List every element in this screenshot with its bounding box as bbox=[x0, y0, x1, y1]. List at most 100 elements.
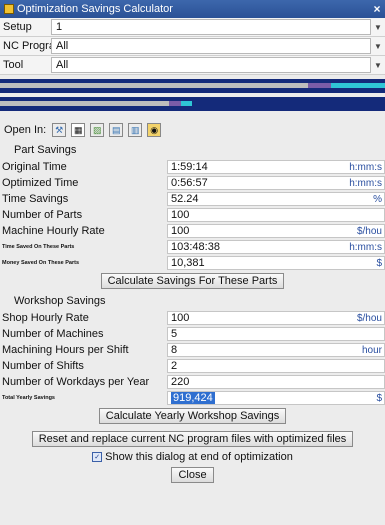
calculate-yearly-savings-button[interactable]: Calculate Yearly Workshop Savings bbox=[98, 408, 287, 424]
close-icon[interactable]: × bbox=[369, 2, 385, 16]
chart-icon[interactable]: ▤ bbox=[109, 123, 124, 137]
time-saved-parts-value: 103:48:38 bbox=[171, 240, 220, 253]
money-saved-parts-label: Money Saved On These Parts bbox=[2, 259, 80, 266]
setup-label: Setup bbox=[3, 21, 32, 33]
title-bar: Optimization Savings Calculator × bbox=[0, 0, 385, 18]
time-savings-value: 52.24 bbox=[171, 192, 199, 205]
unit-label: hour bbox=[361, 344, 382, 356]
original-time-label: Original Time bbox=[2, 160, 67, 173]
close-button[interactable]: Close bbox=[171, 467, 214, 483]
time-savings-field[interactable]: 52.24% bbox=[167, 191, 385, 206]
nc-program-label: NC Program bbox=[3, 40, 65, 52]
money-saved-parts-value: 10,381 bbox=[171, 256, 205, 269]
open-in-label: Open In: bbox=[4, 124, 47, 136]
unit-label: $ bbox=[376, 257, 382, 269]
calculate-part-savings-button[interactable]: Calculate Savings For These Parts bbox=[100, 273, 285, 289]
grid-icon[interactable]: ▦ bbox=[71, 123, 86, 137]
progress-section bbox=[0, 75, 385, 118]
shop-hourly-rate-field[interactable]: 100 $/hou bbox=[167, 310, 385, 325]
number-of-shifts-row: Number of Shifts 2 bbox=[0, 358, 385, 373]
unit-label: $/hou bbox=[356, 225, 382, 237]
image-icon[interactable]: ▨ bbox=[90, 123, 105, 137]
number-of-machines-row: Number of Machines 5 bbox=[0, 326, 385, 341]
hours-per-shift-row: Machining Hours per Shift 8 hour bbox=[0, 342, 385, 357]
time-saved-parts-row: Time Saved On These Parts 103:48:38 h:mm:… bbox=[0, 239, 385, 254]
original-time-field[interactable]: 1:59:14 h:mm:s bbox=[167, 159, 385, 174]
window-title: Optimization Savings Calculator bbox=[17, 3, 173, 15]
original-time-value: 1:59:14 bbox=[171, 160, 208, 173]
number-of-machines-label: Number of Machines bbox=[2, 327, 104, 340]
part-savings-group: Part Savings Original Time 1:59:14 h:mm:s… bbox=[0, 142, 385, 293]
machine-hourly-rate-field[interactable]: 100 $/hou bbox=[167, 223, 385, 238]
open-in-toolbar: Open In: ⚒ ▦ ▨ ▤ ▥ ◉ bbox=[0, 118, 385, 142]
workdays-per-year-value: 220 bbox=[171, 375, 190, 388]
time-saved-parts-label: Time Saved On These Parts bbox=[2, 243, 75, 250]
shop-hourly-rate-label: Shop Hourly Rate bbox=[2, 311, 89, 324]
number-of-shifts-label: Number of Shifts bbox=[2, 359, 84, 372]
setup-select[interactable]: Setup 1 ▼ bbox=[0, 18, 385, 37]
progress-bar-1 bbox=[0, 79, 385, 93]
chevron-down-icon[interactable]: ▼ bbox=[371, 61, 385, 70]
unit-label: % bbox=[373, 193, 382, 205]
progress-fill-2 bbox=[0, 101, 170, 106]
part-savings-legend: Part Savings bbox=[14, 144, 77, 156]
total-yearly-savings-field[interactable]: 919,424 $ bbox=[167, 390, 385, 405]
show-dialog-label: Show this dialog at end of optimization bbox=[105, 451, 293, 463]
reset-replace-button[interactable]: Reset and replace current NC program fil… bbox=[31, 431, 354, 447]
chevron-down-icon[interactable]: ▼ bbox=[371, 42, 385, 51]
number-of-shifts-value: 2 bbox=[171, 359, 178, 372]
unit-label: $ bbox=[376, 392, 382, 404]
number-of-parts-value: 100 bbox=[171, 208, 190, 221]
optimized-time-field[interactable]: 0:56:57 h:mm:s bbox=[167, 175, 385, 190]
hours-per-shift-value: 8 bbox=[171, 343, 178, 356]
tool-value[interactable]: All bbox=[51, 57, 371, 73]
nc-program-select[interactable]: NC Program All ▼ bbox=[0, 37, 385, 56]
unit-label: h:mm:s bbox=[349, 161, 382, 173]
unit-label: h:mm:s bbox=[349, 241, 382, 253]
number-of-parts-label: Number of Parts bbox=[2, 208, 83, 221]
nc-program-value[interactable]: All bbox=[51, 38, 371, 54]
number-of-shifts-field[interactable]: 2 bbox=[167, 358, 385, 373]
tool-label: Tool bbox=[3, 59, 24, 71]
progress-fill-1 bbox=[0, 83, 308, 88]
workshop-savings-legend: Workshop Savings bbox=[14, 295, 106, 307]
number-of-parts-field[interactable]: 100 bbox=[167, 207, 385, 222]
total-yearly-savings-label: Total Yearly Savings bbox=[2, 394, 55, 401]
chevron-down-icon[interactable]: ▼ bbox=[371, 23, 385, 32]
savings-calculator-window: Optimization Savings Calculator × Setup … bbox=[0, 0, 385, 525]
total-yearly-savings-row: Total Yearly Savings 919,424 $ bbox=[0, 390, 385, 405]
optimized-time-value: 0:56:57 bbox=[171, 176, 208, 189]
money-saved-parts-row: Money Saved On These Parts 10,381 $ bbox=[0, 255, 385, 270]
progress-segment-purple bbox=[169, 101, 181, 106]
optimized-time-label: Optimized Time bbox=[2, 176, 79, 189]
show-dialog-option[interactable]: ✓ Show this dialog at end of optimizatio… bbox=[0, 451, 385, 463]
number-of-machines-value: 5 bbox=[171, 327, 178, 340]
hours-per-shift-field[interactable]: 8 hour bbox=[167, 342, 385, 357]
checkbox-checked-icon[interactable]: ✓ bbox=[92, 452, 103, 462]
tool-select[interactable]: Tool All ▼ bbox=[0, 56, 385, 75]
shop-hourly-rate-value: 100 bbox=[171, 311, 190, 324]
list-icon[interactable]: ▥ bbox=[128, 123, 143, 137]
progress-segment-cyan bbox=[331, 83, 385, 88]
workdays-per-year-row: Number of Workdays per Year 220 bbox=[0, 374, 385, 389]
app-icon bbox=[4, 4, 14, 14]
optimized-time-row: Optimized Time 0:56:57 h:mm:s bbox=[0, 175, 385, 190]
workdays-per-year-field[interactable]: 220 bbox=[167, 374, 385, 389]
setup-value[interactable]: 1 bbox=[51, 19, 371, 35]
hours-per-shift-label: Machining Hours per Shift bbox=[2, 343, 129, 356]
machine-hourly-rate-value: 100 bbox=[171, 224, 190, 237]
original-time-row: Original Time 1:59:14 h:mm:s bbox=[0, 159, 385, 174]
time-savings-label: Time Savings bbox=[2, 192, 69, 205]
machine-hourly-rate-label: Machine Hourly Rate bbox=[2, 224, 105, 237]
shop-hourly-rate-row: Shop Hourly Rate 100 $/hou bbox=[0, 310, 385, 325]
progress-segment-cyan bbox=[180, 101, 193, 106]
workshop-savings-group: Workshop Savings Shop Hourly Rate 100 $/h… bbox=[0, 293, 385, 428]
time-savings-row: Time Savings 52.24% bbox=[0, 191, 385, 206]
number-of-machines-field[interactable]: 5 bbox=[167, 326, 385, 341]
clipboard-icon[interactable]: ◉ bbox=[147, 123, 162, 137]
time-saved-parts-field[interactable]: 103:48:38 h:mm:s bbox=[167, 239, 385, 254]
unit-label: h:mm:s bbox=[349, 177, 382, 189]
money-saved-parts-field[interactable]: 10,381 $ bbox=[167, 255, 385, 270]
wrench-icon[interactable]: ⚒ bbox=[52, 123, 67, 137]
progress-bar-2 bbox=[0, 97, 385, 111]
